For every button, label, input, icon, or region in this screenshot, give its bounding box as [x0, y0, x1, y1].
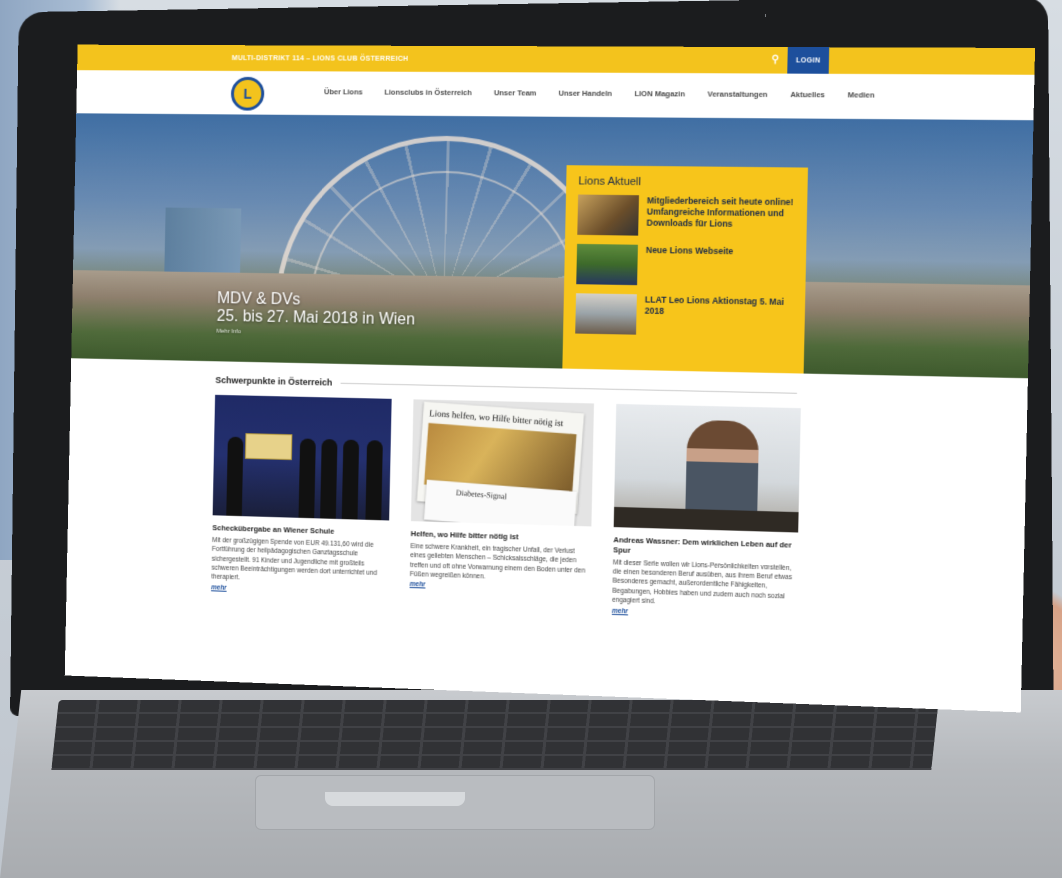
- card: Schecküb­ergabe an Wiener Schule Mit der…: [211, 394, 392, 607]
- hero-text: MDV & DVs 25. bis 27. Mai 2018 in Wien M…: [216, 290, 415, 338]
- person-silhouette: [320, 439, 338, 519]
- news-item[interactable]: Neue Lions Webseite: [576, 243, 794, 288]
- card-text: Eine schwere Krankheit, ein tragischer U…: [409, 542, 586, 581]
- card-text: Mit dieser Serie wollen wir Lions-Persön…: [612, 558, 792, 606]
- news-item[interactable]: LLAT Leo Lions Aktionstag 5. Mai 2018: [575, 293, 793, 337]
- website-screen: MULTI-DISTRIKT 114 – LIONS CLUB ÖSTERREI…: [64, 44, 1036, 713]
- news-title: Mitgliederbereich seit heute online! Umf…: [646, 195, 794, 229]
- nav-item-veranstaltungen[interactable]: Veranstaltungen: [707, 89, 767, 99]
- cheque-image: [244, 433, 293, 461]
- nav-item-medien[interactable]: Medien: [848, 90, 875, 99]
- nav-item-lionsclubs[interactable]: Lionsclubs in Österreich: [384, 88, 472, 98]
- search-icon[interactable]: ⚲: [771, 54, 779, 65]
- main-nav: L Über Lions Lionsclubs in Österreich Un…: [76, 70, 1035, 121]
- card-image[interactable]: [212, 394, 392, 521]
- news-heading: Lions Aktuell: [578, 175, 642, 189]
- news-thumbnail: [575, 293, 637, 335]
- hero-banner[interactable]: MDV & DVs 25. bis 27. Mai 2018 in Wien M…: [71, 113, 1034, 379]
- news-thumbnail: [577, 194, 639, 236]
- card-image[interactable]: [613, 403, 801, 533]
- laptop-keyboard: [51, 700, 939, 770]
- section-divider: [340, 382, 798, 394]
- card-title[interactable]: Andreas Wassner: Dem wirklichen Leben au…: [613, 535, 798, 560]
- card: Lions helfen, wo Hilfe bitter nötig ist …: [409, 399, 594, 613]
- person-silhouette: [298, 438, 316, 519]
- news-thumbnail: [576, 243, 638, 286]
- lions-aktuell-box: Lions Aktuell Mitgliederbereich seit heu…: [562, 165, 809, 378]
- section-header: Schwerpunkte in Österreich: [215, 375, 798, 398]
- desk: [613, 506, 799, 533]
- main-content: Schwerpunkte in Österreich Schecküb­erga…: [66, 358, 1028, 628]
- logo-letter: L: [243, 85, 252, 102]
- card-image[interactable]: Lions helfen, wo Hilfe bitter nötig ist …: [410, 399, 594, 527]
- card: Andreas Wassner: Dem wirklichen Leben au…: [612, 403, 801, 621]
- section-title: Schwerpunkte in Österreich: [215, 375, 333, 388]
- login-button[interactable]: LOGIN: [787, 47, 830, 74]
- card-list: Schecküb­ergabe an Wiener Schule Mit der…: [211, 394, 1027, 629]
- person-silhouette: [226, 436, 244, 517]
- laptop-notch: [325, 792, 465, 806]
- hero-subtitle: 25. bis 27. Mai 2018 in Wien: [216, 307, 416, 329]
- nav-menu: Über Lions Lionsclubs in Österreich Unse…: [324, 87, 875, 99]
- person-silhouette: [365, 440, 383, 521]
- nav-item-ueber-lions[interactable]: Über Lions: [324, 87, 363, 96]
- lions-logo[interactable]: L: [230, 76, 265, 111]
- nav-item-aktuelles[interactable]: Aktuelles: [790, 90, 825, 99]
- nav-item-magazin[interactable]: LION Magazin: [634, 89, 685, 98]
- news-title: LLAT Leo Lions Aktionstag 5. Mai 2018: [644, 294, 785, 317]
- nav-item-handeln[interactable]: Unser Handeln: [558, 89, 612, 98]
- card-text: Mit der großzügigen Spende von EUR 49.13…: [211, 536, 377, 582]
- person-silhouette: [341, 439, 360, 520]
- news-item[interactable]: Mitgliederbereich seit heute online! Umf…: [577, 194, 795, 238]
- top-bar-text: MULTI-DISTRIKT 114 – LIONS CLUB ÖSTERREI…: [231, 54, 409, 63]
- news-title: Neue Lions Webseite: [645, 244, 734, 257]
- nav-item-team[interactable]: Unser Team: [494, 88, 537, 97]
